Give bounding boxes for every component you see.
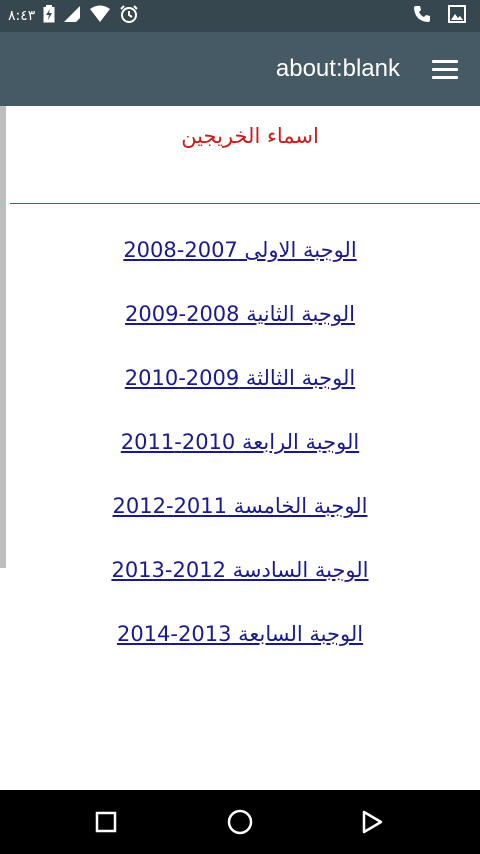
batch-link-1[interactable]: الوجبة الاولى 2007-2008 — [123, 234, 356, 262]
list-item: الوجبة الاولى 2007-2008 — [0, 234, 480, 298]
alarm-icon — [119, 4, 139, 28]
batch-links-list: الوجبة الاولى 2007-2008 الوجبة الثانية 2… — [0, 234, 480, 682]
recent-apps-icon[interactable] — [90, 806, 122, 838]
system-nav-bar — [0, 790, 480, 854]
hamburger-menu-icon[interactable] — [432, 56, 458, 82]
batch-link-2[interactable]: الوجبة الثانية 2008-2009 — [125, 298, 355, 326]
signal-icon — [63, 5, 81, 27]
page-heading: اسماء الخريجين — [181, 124, 319, 148]
browser-toolbar: about:blank — [0, 32, 480, 106]
toolbar-title: about:blank — [275, 55, 400, 82]
list-item: الوجبة الثانية 2008-2009 — [0, 298, 480, 362]
back-icon[interactable] — [356, 806, 388, 838]
battery-charging-icon — [43, 5, 55, 27]
batch-link-6[interactable]: الوجبة السادسة 2012-2013 — [111, 554, 368, 582]
list-item: الوجبة السادسة 2012-2013 — [0, 554, 480, 618]
wifi-icon — [89, 5, 111, 27]
status-bar: ٨:٤٣ — [0, 0, 480, 32]
batch-link-3[interactable]: الوجبة الثالثة 2009-2010 — [125, 362, 355, 390]
home-icon[interactable] — [224, 806, 256, 838]
batch-link-5[interactable]: الوجبة الخامسة 2011-2012 — [113, 490, 368, 518]
image-icon — [448, 5, 466, 27]
batch-link-7[interactable]: الوجبة السابعة 2013-2014 — [117, 618, 363, 646]
list-item: الوجبة الرابعة 2010-2011 — [0, 426, 480, 490]
page-content: اسماء الخريجين الوجبة الاولى 2007-2008 ا… — [0, 106, 480, 790]
clock-text: ٨:٤٣ — [8, 8, 36, 24]
divider — [10, 203, 480, 204]
phone-icon — [412, 4, 432, 28]
list-item: الوجبة السابعة 2013-2014 — [0, 618, 480, 682]
list-item: الوجبة الخامسة 2011-2012 — [0, 490, 480, 554]
status-right — [412, 0, 466, 32]
batch-link-4[interactable]: الوجبة الرابعة 2010-2011 — [121, 426, 359, 454]
list-item: الوجبة الثالثة 2009-2010 — [0, 362, 480, 426]
status-left: ٨:٤٣ — [8, 0, 139, 32]
